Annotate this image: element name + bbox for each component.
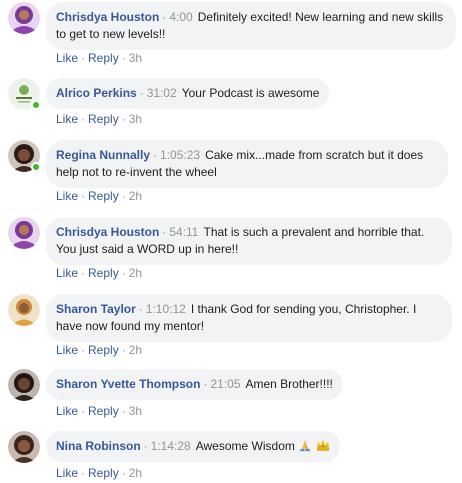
separator: · [81, 466, 86, 480]
separator: · [121, 189, 126, 203]
avatar-image [8, 369, 40, 401]
timestamp-link[interactable]: 1:05:23 [160, 148, 200, 162]
separator: · [162, 225, 167, 239]
reply-button[interactable]: Reply [88, 343, 119, 357]
avatar[interactable] [8, 2, 40, 34]
avatar[interactable] [8, 431, 40, 463]
comment-age[interactable]: 2h [129, 466, 142, 480]
timestamp-link[interactable]: 4:00 [169, 10, 192, 24]
separator: · [121, 51, 126, 65]
separator: · [121, 404, 126, 418]
online-status-indicator [31, 162, 41, 172]
comment-actions: Like · Reply · 2h [56, 466, 142, 480]
commenter-name[interactable]: Chrisdya Houston [56, 225, 159, 239]
avatar[interactable] [8, 369, 40, 401]
reply-button[interactable]: Reply [88, 51, 119, 65]
comment-age[interactable]: 3h [129, 112, 142, 126]
comment-age[interactable]: 3h [129, 51, 142, 65]
comment-bubble: Chrisdya Houston · 54:11 That is such a pre… [46, 217, 452, 265]
timestamp-link[interactable]: 1:10:12 [146, 302, 186, 316]
avatar-image [8, 217, 40, 249]
avatar-image [8, 294, 40, 326]
commenter-name[interactable]: Regina Nunnally [56, 148, 150, 162]
separator: · [121, 266, 126, 280]
separator: · [81, 112, 86, 126]
comment-bubble: Sharon Taylor · 1:10:12 I thank God for sen… [46, 294, 452, 342]
comment-actions: Like · Reply · 2h [56, 266, 142, 280]
separator: · [153, 148, 158, 162]
separator: · [138, 302, 143, 316]
online-status-indicator [31, 100, 41, 110]
separator: · [121, 466, 126, 480]
commenter-name[interactable]: Nina Robinson [56, 439, 141, 453]
avatar[interactable] [8, 140, 41, 172]
comment-age[interactable]: 3h [129, 404, 142, 418]
like-button[interactable]: Like [56, 343, 78, 357]
separator: · [81, 343, 86, 357]
reply-button[interactable]: Reply [88, 112, 119, 126]
timestamp-link[interactable]: 54:11 [169, 225, 198, 239]
commenter-name[interactable]: Sharon Yvette Thompson [56, 377, 200, 391]
like-button[interactable]: Like [56, 189, 78, 203]
separator: · [81, 404, 86, 418]
separator: · [81, 266, 86, 280]
comment-actions: Like · Reply · 2h [56, 189, 142, 203]
avatar[interactable] [8, 78, 41, 110]
separator: · [143, 439, 148, 453]
reply-button[interactable]: Reply [88, 466, 119, 480]
comment-text: Your Podcast is awesome [181, 86, 320, 100]
commenter-name[interactable]: Sharon Taylor [56, 302, 136, 316]
commenter-name[interactable]: Chrisdya Houston [56, 10, 159, 24]
comment-age[interactable]: 2h [129, 189, 142, 203]
folded-hands-icon [300, 439, 311, 452]
comment-bubble: Alrico Perkins · 31:02 Your Podcast is awes… [46, 78, 330, 109]
like-button[interactable]: Like [56, 466, 78, 480]
comment-text: Awesome Wisdom [195, 439, 295, 453]
comment-text: Amen Brother!!!! [245, 377, 333, 391]
comment-actions: Like · Reply · 2h [56, 343, 142, 357]
like-button[interactable]: Like [56, 404, 78, 418]
separator: · [121, 112, 126, 126]
crown-icon [316, 439, 329, 451]
avatar[interactable] [8, 294, 40, 326]
avatar-image [8, 431, 40, 463]
comment-actions: Like · Reply · 3h [56, 51, 142, 65]
comment-age[interactable]: 2h [129, 266, 142, 280]
separator: · [121, 343, 126, 357]
timestamp-link[interactable]: 21:05 [210, 377, 240, 391]
timestamp-link[interactable]: 1:14:28 [151, 439, 191, 453]
timestamp-link[interactable]: 31:02 [147, 86, 177, 100]
comment-bubble: Sharon Yvette Thompson · 21:05 Amen Brother… [46, 369, 343, 400]
reply-button[interactable]: Reply [88, 266, 119, 280]
separator: · [81, 51, 86, 65]
reply-button[interactable]: Reply [88, 404, 119, 418]
comment-age[interactable]: 2h [129, 343, 142, 357]
commenter-name[interactable]: Alrico Perkins [56, 86, 137, 100]
separator: · [162, 10, 167, 24]
separator: · [81, 189, 86, 203]
separator: · [203, 377, 208, 391]
like-button[interactable]: Like [56, 266, 78, 280]
comment-actions: Like · Reply · 3h [56, 112, 142, 126]
reply-button[interactable]: Reply [88, 189, 119, 203]
like-button[interactable]: Like [56, 112, 78, 126]
avatar-image [8, 2, 40, 34]
comment-bubble: Nina Robinson · 1:14:28 Awesome Wisdom [46, 431, 340, 462]
separator: · [139, 86, 144, 100]
like-button[interactable]: Like [56, 51, 78, 65]
avatar[interactable] [8, 217, 40, 249]
comment-bubble: Regina Nunnally · 1:05:23 Cake mix...made f… [46, 140, 448, 188]
comment-actions: Like · Reply · 3h [56, 404, 142, 418]
comment-bubble: Chrisdya Houston · 4:00 Definitely excited!… [46, 2, 456, 50]
